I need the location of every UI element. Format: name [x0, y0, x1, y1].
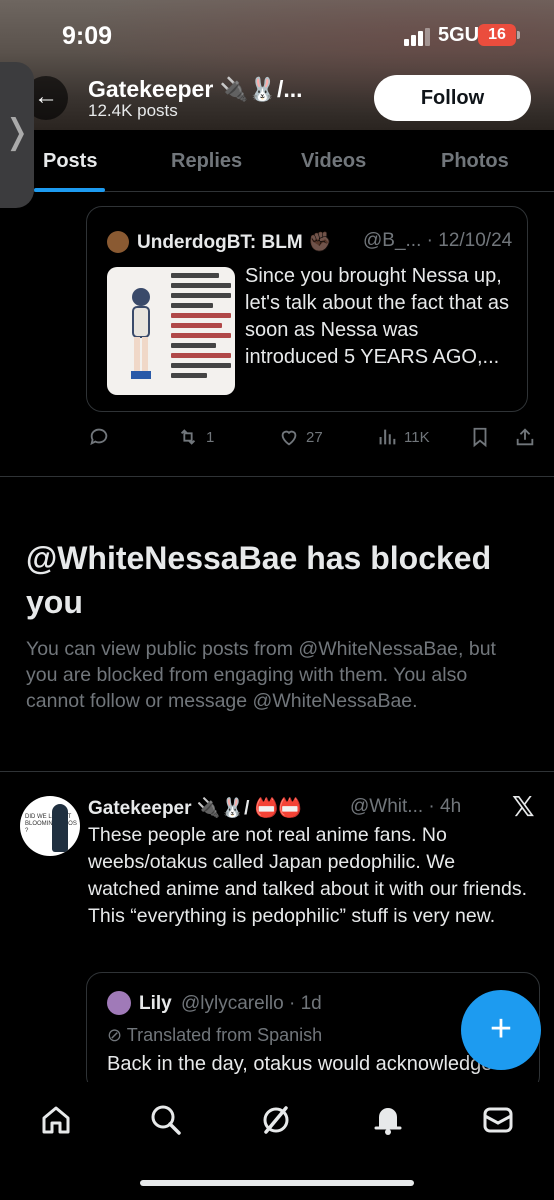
- tweet-handle-time: @Whit... · 4h: [350, 796, 462, 817]
- status-time: 9:09: [62, 22, 113, 50]
- avatar: [107, 991, 131, 1015]
- quoted-author-name: UnderdogBT: BLM ✊🏿: [137, 232, 332, 253]
- quoted-handle-date: @B_... · 12/10/24: [363, 230, 513, 251]
- view-count: 11K: [404, 428, 430, 446]
- reply-icon[interactable]: [88, 422, 110, 452]
- like-count: 27: [306, 428, 323, 446]
- avatar: [107, 231, 129, 253]
- post-count: 12.4K posts: [88, 101, 178, 120]
- tab-replies[interactable]: Replies: [171, 150, 242, 173]
- bookmark-icon[interactable]: [470, 422, 490, 452]
- tab-videos[interactable]: Videos: [301, 150, 366, 173]
- side-panel-handle-icon[interactable]: ❭: [0, 62, 34, 208]
- quoted-post-text: Back in the day, otakus would acknowledg…: [107, 1053, 493, 1075]
- retweet-button[interactable]: 1: [176, 422, 214, 452]
- translated-label: ⊘ Translated from Spanish: [107, 1025, 322, 1046]
- blocked-title: @WhiteNessaBae has blocked you: [26, 540, 492, 620]
- grok-icon[interactable]: [258, 1102, 294, 1138]
- tweet-text: These people are not real anime fans. No…: [88, 824, 528, 927]
- search-icon[interactable]: [148, 1102, 184, 1138]
- battery-icon: 16: [478, 24, 516, 46]
- post-actions: 1 27 11K: [86, 422, 536, 452]
- retweet-icon: [180, 429, 196, 445]
- bell-icon[interactable]: [370, 1102, 406, 1138]
- heart-icon: [281, 430, 297, 446]
- active-tab-indicator: [34, 188, 105, 192]
- home-indicator: [140, 1180, 414, 1186]
- tab-posts[interactable]: Posts: [43, 150, 97, 173]
- screenshot-text-lines: [171, 273, 231, 383]
- blocked-description: You can view public posts from @WhiteNes…: [26, 638, 496, 712]
- messages-icon[interactable]: [480, 1102, 516, 1138]
- compose-icon: +: [489, 1008, 513, 1050]
- translate-icon: ⊘: [107, 1025, 127, 1045]
- profile-name: Gatekeeper 🔌🐰/...: [88, 76, 303, 102]
- divider: [0, 771, 554, 772]
- follow-button[interactable]: Follow: [374, 75, 531, 121]
- tweet-author-name[interactable]: Gatekeeper 🔌🐰/ 📛📛: [88, 796, 302, 820]
- share-icon[interactable]: [514, 422, 536, 452]
- views-button[interactable]: 11K: [376, 422, 430, 452]
- quoted-handle-time: @lylycarello · 1d: [181, 993, 322, 1014]
- quoted-author-name: Lily: [139, 993, 172, 1014]
- avatar-figure: [52, 804, 68, 852]
- retweet-count: 1: [206, 428, 215, 446]
- views-icon: [379, 429, 396, 445]
- avatar[interactable]: DID WE LOSE IT BLOOMIN' CHAOS ?: [20, 796, 80, 856]
- signal-icon: [404, 28, 430, 46]
- quoted-post-image[interactable]: [107, 267, 235, 395]
- home-icon[interactable]: [38, 1102, 74, 1138]
- quoted-post-text: Since you brought Nessa up, let's talk a…: [245, 265, 509, 368]
- quoted-post-card[interactable]: UnderdogBT: BLM ✊🏿 @B_... · 12/10/24 Sin…: [86, 206, 528, 412]
- character-figure: [131, 288, 151, 379]
- status-bar: 9:09 5GUC 16: [0, 0, 554, 72]
- compose-button[interactable]: +: [461, 990, 541, 1070]
- x-logo-icon: 𝕏: [512, 791, 535, 822]
- tab-photos[interactable]: Photos: [441, 150, 509, 173]
- divider: [0, 476, 554, 477]
- translated-text: Translated from Spanish: [126, 1025, 323, 1045]
- battery-nub: [517, 31, 520, 39]
- profile-tabs: Posts Replies Videos Photos: [0, 130, 554, 192]
- like-button[interactable]: 27: [278, 422, 323, 452]
